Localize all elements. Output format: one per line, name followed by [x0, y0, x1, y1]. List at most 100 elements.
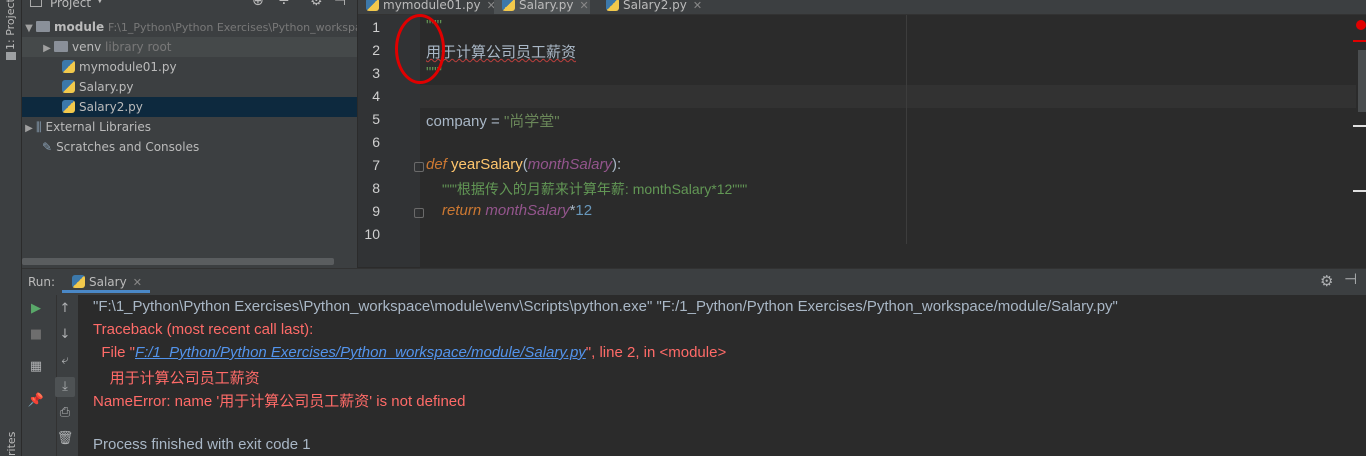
- tab-salary[interactable]: Salary.py ✕: [494, 0, 590, 14]
- tree-item-external-libraries[interactable]: ▶ ⫼ External Libraries: [22, 117, 357, 139]
- project-panel-header: Project ▼ ⊕ ÷ ⚙ ⊣: [22, 0, 357, 15]
- locate-icon[interactable]: ⊕: [252, 0, 264, 9]
- line-number: 3: [372, 65, 380, 81]
- python-file-icon: [606, 0, 619, 11]
- run-tab-label: Salary: [89, 275, 127, 289]
- code-line-2: 用于计算公司员工薪资: [426, 41, 576, 62]
- tab-salary2[interactable]: Salary2.py ✕: [598, 0, 704, 14]
- tab-label: Salary.py: [519, 0, 574, 12]
- close-icon[interactable]: ✕: [133, 276, 142, 289]
- folder-icon: [6, 52, 16, 60]
- console-command: "F:\1_Python\Python Exercises\Python_wor…: [93, 298, 1118, 315]
- python-file-icon: [366, 0, 379, 11]
- tree-item-label: External Libraries: [45, 120, 151, 134]
- stripe-marker[interactable]: [1353, 190, 1366, 192]
- code-token: company: [426, 113, 487, 130]
- tree-item-path: F:\1_Python\Python Exercises\Python_work…: [107, 21, 358, 34]
- code-token: ):: [611, 156, 622, 173]
- line-number: 10: [364, 226, 380, 242]
- tree-item-salary2[interactable]: Salary2.py: [22, 97, 357, 117]
- line-number: 8: [372, 180, 380, 196]
- run-label: Run:: [28, 275, 56, 289]
- soft-wrap-icon[interactable]: ⤶: [55, 351, 75, 371]
- console-output[interactable]: "F:\1_Python\Python Exercises\Python_wor…: [78, 295, 1366, 456]
- code-token: monthSalary: [485, 202, 570, 219]
- gear-icon[interactable]: ⚙: [310, 0, 323, 9]
- stripe-marker[interactable]: [1353, 125, 1366, 127]
- run-toolbar: ▶ ■ ▦ 📌 ↑ ↓ ⤶ ⤓ ⎙ 🗑: [22, 295, 78, 456]
- tree-item-label: Salary2.py: [79, 100, 143, 114]
- chevron-right-icon[interactable]: ▶: [22, 119, 36, 139]
- gear-icon[interactable]: ⚙: [1320, 272, 1333, 290]
- tree-item-module[interactable]: ▼ module F:\1_Python\Python Exercises\Pyt…: [22, 17, 358, 39]
- rerun-icon[interactable]: ▶: [26, 299, 46, 319]
- tab-mymodule01[interactable]: mymodule01.py ✕: [358, 0, 496, 14]
- project-tool-button[interactable]: 1: Project: [4, 0, 17, 50]
- line-number: 5: [372, 111, 380, 127]
- python-file-icon: [62, 80, 75, 93]
- code-token: def: [426, 156, 447, 173]
- code-editor[interactable]: """ 用于计算公司员工薪资 """ company = "尚学堂" def y…: [420, 15, 1366, 267]
- chevron-right-icon[interactable]: ▶: [40, 39, 54, 59]
- error-marker[interactable]: [1353, 40, 1366, 42]
- arrow-up-icon[interactable]: ↑: [55, 299, 75, 319]
- tree-item-salary[interactable]: Salary.py: [22, 77, 357, 97]
- left-tool-strip: 1: Project rites: [0, 0, 22, 456]
- line-number: 9: [372, 203, 380, 219]
- arrow-down-icon[interactable]: ↓: [55, 325, 75, 345]
- tree-item-label: venv: [72, 40, 102, 54]
- hide-icon[interactable]: ⊣: [1344, 270, 1357, 288]
- tree-item-scratches[interactable]: ✎ Scratches and Consoles: [22, 137, 357, 157]
- tree-item-label: Salary.py: [79, 80, 134, 94]
- python-file-icon: [72, 275, 85, 288]
- code-token: monthSalary: [527, 156, 612, 173]
- project-view-icon: [30, 0, 42, 7]
- console-code-line: 用于计算公司员工薪资: [93, 370, 260, 387]
- right-margin-guide: [906, 15, 907, 244]
- code-token: yearSalary: [451, 156, 523, 173]
- vertical-scrollbar[interactable]: [1358, 50, 1366, 112]
- tree-item-label: mymodule01.py: [79, 60, 177, 74]
- console-file-link[interactable]: F:/1_Python/Python Exercises/Python_work…: [135, 344, 586, 361]
- python-file-icon: [62, 60, 75, 73]
- folder-icon: [54, 41, 68, 52]
- folder-icon: [36, 21, 50, 32]
- tree-item-mymodule01[interactable]: mymodule01.py: [22, 57, 357, 77]
- console-text: File ": [93, 344, 135, 361]
- chevron-down-icon[interactable]: ▼: [96, 0, 104, 5]
- code-line-7: def yearSalary(monthSalary):: [426, 156, 621, 173]
- pin-icon[interactable]: 📌: [26, 391, 46, 411]
- code-line-8: """根据传入的月薪来计算年薪: monthSalary*12""": [442, 181, 748, 197]
- horizontal-scrollbar[interactable]: [22, 258, 334, 265]
- layout-icon[interactable]: ▦: [26, 357, 46, 377]
- close-icon[interactable]: ✕: [693, 0, 702, 12]
- tab-label: Salary2.py: [623, 0, 687, 12]
- print-icon[interactable]: ⎙: [55, 403, 75, 423]
- line-number: 2: [372, 42, 380, 58]
- line-number: 7: [372, 157, 380, 173]
- project-panel-title[interactable]: Project: [50, 0, 91, 10]
- tree-item-venv[interactable]: ▶ venv library root: [22, 37, 357, 59]
- code-text: 用于计算公司员工薪资: [426, 44, 577, 61]
- code-token: =: [486, 113, 504, 130]
- console-text: ", line 2, in <module>: [585, 344, 727, 361]
- console-error: NameError: name '用于计算公司员工薪资' is not defi…: [93, 393, 466, 410]
- favorites-tool-button[interactable]: rites: [5, 432, 18, 456]
- chevron-down-icon[interactable]: ▼: [22, 19, 36, 39]
- trash-icon[interactable]: 🗑: [55, 429, 75, 449]
- stop-icon[interactable]: ■: [26, 325, 46, 345]
- run-tab-salary[interactable]: Salary ✕: [62, 271, 150, 293]
- scroll-to-end-icon[interactable]: ⤓: [55, 377, 75, 397]
- tree-item-note: library root: [105, 40, 172, 54]
- python-file-icon: [62, 100, 75, 113]
- collapse-icon[interactable]: ÷: [278, 0, 290, 9]
- error-indicator-icon[interactable]: [1356, 20, 1366, 30]
- hide-icon[interactable]: ⊣: [334, 0, 346, 9]
- close-icon[interactable]: ✕: [580, 0, 589, 12]
- code-token: 12: [575, 202, 593, 219]
- code-line-9: return monthSalary*12: [442, 202, 592, 219]
- line-number: 4: [372, 88, 380, 104]
- line-number: 6: [372, 134, 380, 150]
- tree-item-label: module: [54, 20, 105, 34]
- code-token: "尚学堂": [503, 113, 560, 130]
